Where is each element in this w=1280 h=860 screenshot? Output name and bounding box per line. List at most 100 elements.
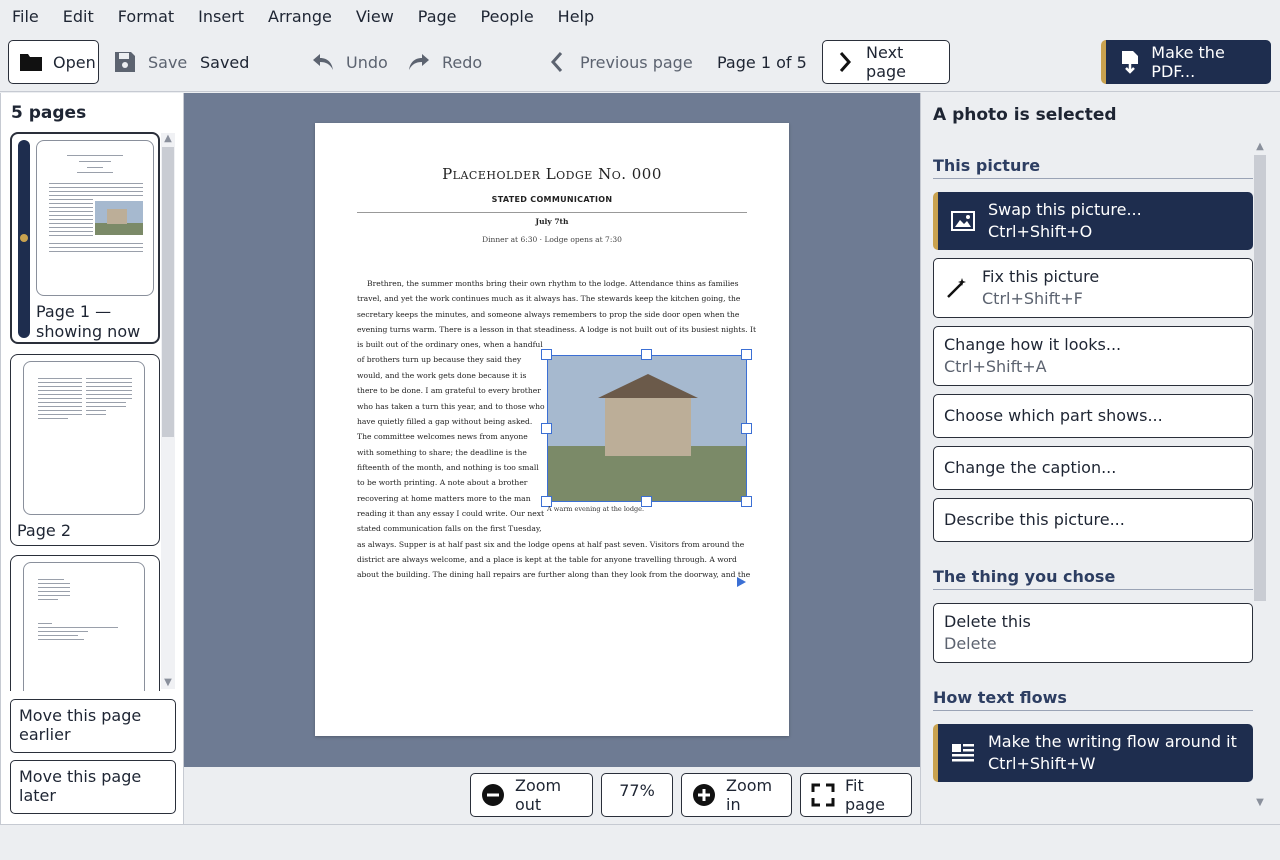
- document-subtitle[interactable]: STATED COMMUNICATION: [315, 195, 789, 204]
- photo-caption[interactable]: A warm evening at the lodge.: [547, 505, 644, 513]
- crop-picture-button[interactable]: Choose which part shows...: [933, 394, 1253, 438]
- page-1-label: Page 1 — showing now: [36, 302, 141, 341]
- document-canvas[interactable]: Placeholder Lodge No. 000 STATED COMMUNI…: [184, 93, 920, 767]
- resize-handle-top[interactable]: [641, 349, 652, 360]
- body-line[interactable]: of brothers turn up because they said th…: [357, 352, 521, 367]
- body-line[interactable]: who has taken a turn this year, and to t…: [357, 399, 545, 414]
- fix-picture-label: Fix this picture: [982, 267, 1100, 286]
- zoom-in-label: Zoom in: [726, 776, 773, 814]
- body-line[interactable]: to be worth printing. A note about a bro…: [357, 475, 527, 490]
- delete-label: Delete this: [944, 612, 1031, 631]
- body-line[interactable]: there to be done. I am grateful to every…: [357, 383, 541, 398]
- next-page-button[interactable]: Next page: [822, 40, 950, 84]
- body-line[interactable]: evening turns warm. There is a lesson in…: [357, 322, 756, 337]
- make-pdf-button[interactable]: Make the PDF...: [1101, 40, 1271, 84]
- fix-picture-shortcut: Ctrl+Shift+F: [982, 289, 1083, 308]
- menu-insert[interactable]: Insert: [186, 0, 256, 34]
- body-line[interactable]: as always. Supper is at half past six an…: [357, 537, 744, 552]
- document-dinner-time[interactable]: Dinner at 6:30 · Lodge opens at 7:30: [315, 235, 789, 244]
- swap-picture-button[interactable]: Swap this picture... Ctrl+Shift+O: [933, 192, 1253, 250]
- previous-page-label: Previous page: [580, 52, 693, 72]
- change-look-button[interactable]: Change how it looks... Ctrl+Shift+A: [933, 326, 1253, 386]
- menu-arrange[interactable]: Arrange: [256, 0, 344, 34]
- properties-scroll-thumb[interactable]: [1254, 155, 1266, 601]
- body-line[interactable]: fifteenth of the month, and nothing is t…: [357, 460, 539, 475]
- fix-picture-button[interactable]: Fix this picture Ctrl+Shift+F: [933, 258, 1253, 318]
- pages-scrollbar[interactable]: ▲ ▼: [161, 133, 175, 689]
- resize-handle-top-left[interactable]: [541, 349, 552, 360]
- move-page-earlier-button[interactable]: Move this page earlier: [10, 699, 176, 753]
- undo-button[interactable]: Undo: [310, 40, 388, 84]
- properties-scrollbar[interactable]: ▲ ▼: [1253, 141, 1267, 811]
- resize-handle-top-right[interactable]: [741, 349, 752, 360]
- delete-button[interactable]: Delete this Delete: [933, 603, 1253, 663]
- body-line[interactable]: district are always welcome, and a place…: [357, 552, 737, 567]
- zoom-in-button[interactable]: Zoom in: [681, 773, 792, 817]
- status-bar: [0, 824, 1280, 860]
- zoom-level-field[interactable]: 77%: [601, 773, 673, 817]
- document-title[interactable]: Placeholder Lodge No. 000: [315, 165, 789, 183]
- document-page[interactable]: Placeholder Lodge No. 000 STATED COMMUNI…: [315, 123, 789, 736]
- resize-handle-bottom-right[interactable]: [741, 496, 752, 507]
- describe-picture-label: Describe this picture...: [944, 510, 1125, 529]
- wrap-text-button[interactable]: Make the writing flow around it Ctrl+Shif…: [933, 724, 1253, 782]
- menu-page[interactable]: Page: [406, 0, 469, 34]
- fit-page-label: Fit page: [845, 776, 885, 814]
- redo-icon: [406, 49, 432, 75]
- menu-format[interactable]: Format: [106, 0, 186, 34]
- move-page-later-button[interactable]: Move this page later: [10, 760, 176, 814]
- zoom-in-icon: [692, 783, 716, 807]
- page-thumbnail-2[interactable]: Page 2: [10, 354, 160, 546]
- page-2-label: Page 2: [17, 521, 71, 540]
- wrap-text-label: Make the writing flow around it: [988, 732, 1237, 751]
- scroll-down-icon[interactable]: ▼: [161, 677, 175, 689]
- body-line[interactable]: would, and the work gets done because it…: [357, 368, 526, 383]
- page-thumbnail-1[interactable]: Page 1 — showing now: [10, 132, 160, 344]
- selected-photo[interactable]: [547, 355, 747, 502]
- menu-people[interactable]: People: [469, 0, 546, 34]
- undo-icon: [310, 49, 336, 75]
- redo-button[interactable]: Redo: [406, 40, 482, 84]
- current-page-dot: [20, 234, 28, 242]
- menu-file[interactable]: File: [0, 0, 51, 34]
- describe-picture-button[interactable]: Describe this picture...: [933, 498, 1253, 542]
- body-line[interactable]: about the building. The dining hall repa…: [357, 567, 750, 582]
- resize-handle-left[interactable]: [541, 423, 552, 434]
- body-line[interactable]: reading it than any essay I could write.…: [357, 506, 544, 521]
- body-line[interactable]: travel, and yet the work continues much …: [357, 291, 740, 306]
- change-caption-label: Change the caption...: [944, 458, 1117, 477]
- body-line[interactable]: The committee welcomes news from anyone: [357, 429, 528, 444]
- page-preview-1: [36, 140, 154, 296]
- body-line[interactable]: secretary keeps the minutes, and someone…: [357, 307, 739, 322]
- body-line[interactable]: is built out of the ordinary ones, when …: [357, 337, 543, 352]
- scroll-down-icon[interactable]: ▼: [1253, 797, 1267, 809]
- document-date[interactable]: July 7th: [315, 217, 789, 226]
- body-line[interactable]: recovering at home matters more to the m…: [357, 491, 531, 506]
- section-this-picture: This picture: [933, 156, 1253, 179]
- menu-help[interactable]: Help: [546, 0, 606, 34]
- save-button[interactable]: Save: [112, 40, 187, 84]
- resize-handle-right[interactable]: [741, 423, 752, 434]
- zoom-out-button[interactable]: Zoom out: [470, 773, 593, 817]
- next-page-label: Next page: [866, 43, 907, 81]
- page-thumbnail-3[interactable]: [10, 555, 160, 691]
- delete-shortcut: Delete: [944, 634, 997, 653]
- fit-page-button[interactable]: Fit page: [800, 773, 912, 817]
- pdf-download-icon: [1118, 49, 1141, 75]
- section-text-flow: How text flows: [933, 688, 1253, 711]
- change-caption-button[interactable]: Change the caption...: [933, 446, 1253, 490]
- previous-page-button[interactable]: Previous page: [544, 40, 693, 84]
- body-line[interactable]: with something to share; the deadline is…: [357, 445, 527, 460]
- redo-label: Redo: [442, 52, 483, 72]
- menu-edit[interactable]: Edit: [51, 0, 106, 34]
- pages-scroll-thumb[interactable]: [162, 147, 174, 437]
- open-button[interactable]: Open: [8, 40, 99, 84]
- body-line[interactable]: have quietly filled a gap without being …: [357, 414, 532, 429]
- body-line[interactable]: stated communication falls on the first …: [357, 521, 542, 536]
- page-indicator: Page 1 of 5: [717, 52, 807, 72]
- scroll-up-icon[interactable]: ▲: [161, 133, 175, 145]
- body-line[interactable]: Brethren, the summer months bring their …: [357, 276, 739, 291]
- magic-wand-icon: [944, 275, 970, 301]
- menu-view[interactable]: View: [344, 0, 406, 34]
- scroll-up-icon[interactable]: ▲: [1253, 141, 1267, 153]
